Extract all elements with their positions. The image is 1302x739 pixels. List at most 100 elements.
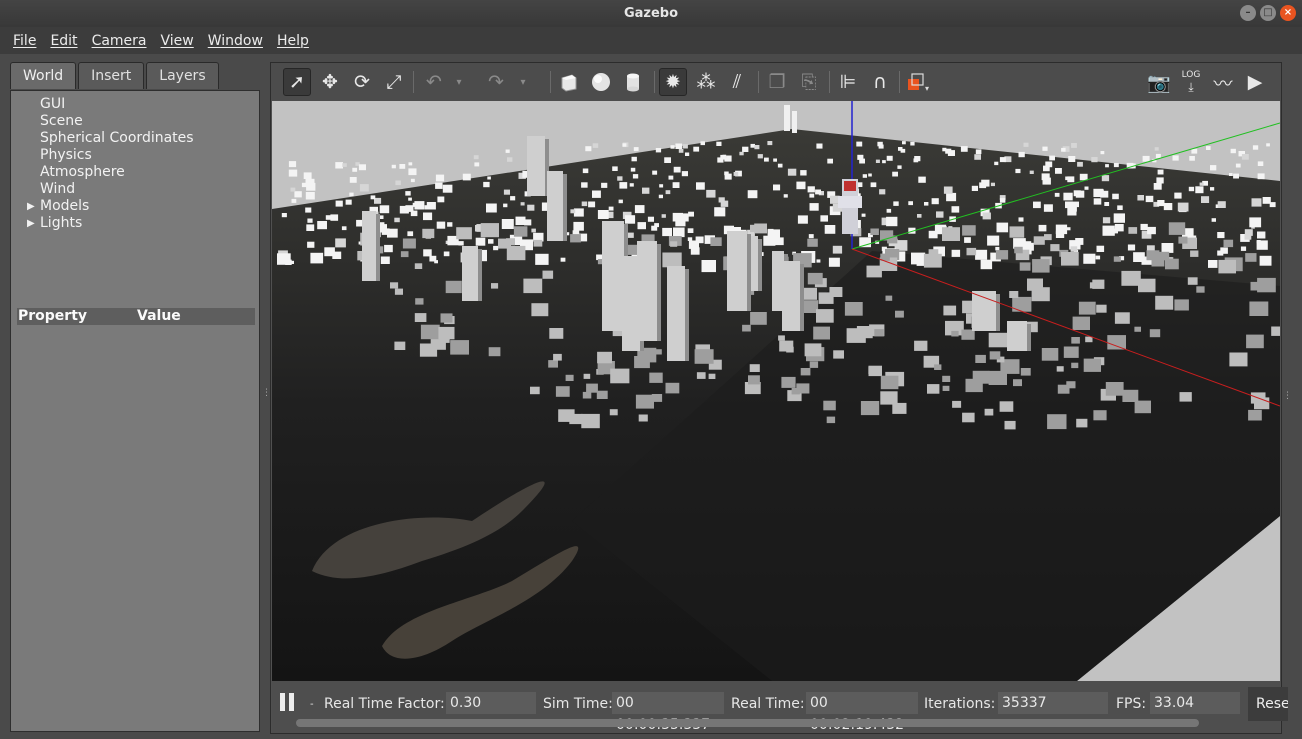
building [996,222,1009,233]
building [399,164,406,169]
tree-item-scene[interactable]: Scene [11,113,259,130]
building [678,149,684,153]
building [951,249,961,257]
building [962,412,975,423]
menu-bar: File Edit Camera View Window Help [0,27,1302,54]
tab-world[interactable]: World [10,62,77,89]
building [971,185,978,191]
building [558,409,575,422]
tree-item-wind[interactable]: Wind [11,181,259,198]
menu-edit[interactable]: Edit [43,33,84,49]
building [1163,203,1173,211]
building [974,154,981,160]
building [450,340,469,355]
reset-button[interactable]: Reset [1248,687,1288,721]
redo-dropdown-icon[interactable]: ▾ [515,68,531,96]
building [583,373,591,379]
column-property: Property [18,308,88,324]
menu-file[interactable]: File [6,33,43,49]
translate-icon[interactable]: ✥ [316,68,344,96]
building [1122,389,1139,402]
building [610,368,630,384]
minimize-button[interactable]: – [1240,5,1256,21]
building [995,250,1009,260]
3d-viewport[interactable] [272,101,1280,681]
spot-light-icon[interactable]: ⁂ [692,68,720,96]
building [652,170,658,175]
maximize-button[interactable]: □ [1260,5,1276,21]
tree-item-label: GUI [40,96,66,112]
building [478,249,482,301]
building [824,225,836,234]
point-light-icon[interactable]: ✹ [659,68,687,96]
status-bar: - Real Time Factor: 0.30 Sim Time: 00 00… [272,681,1288,733]
cylinder-icon[interactable] [619,68,647,96]
building [345,199,352,205]
undo-dropdown-icon[interactable]: ▾ [451,68,467,96]
building [1047,414,1067,430]
building [742,146,749,152]
gazebo-window: Gazebo – □ × File Edit Camera View Windo… [0,0,1302,739]
tab-insert[interactable]: Insert [78,62,145,89]
snap-icon[interactable]: ∩ [866,68,894,96]
building [1240,246,1247,251]
building [1161,243,1174,253]
directional-light-icon[interactable]: ⫽ [723,68,751,96]
building [548,360,558,368]
building [547,171,563,241]
tab-layers[interactable]: Layers [146,62,219,89]
box-icon[interactable] [555,68,583,96]
tree-item-gui[interactable]: GUI [11,96,259,113]
menu-window[interactable]: Window [201,33,270,49]
building [943,186,953,194]
paste-icon[interactable]: ⎘ [795,68,823,96]
building [832,245,843,254]
rotate-icon[interactable]: ⟳ [348,68,376,96]
building [886,155,893,161]
building [1177,202,1189,212]
building [952,400,962,408]
building [716,141,722,146]
screenshot-icon[interactable]: 📷 [1145,68,1173,96]
pause-button[interactable] [280,693,296,711]
select-arrow-icon[interactable]: ➚ [283,68,311,96]
building [1117,205,1123,210]
log-icon[interactable]: LOG ⤓ [1177,68,1205,96]
menu-view[interactable]: View [154,33,201,49]
building [358,164,366,171]
horizontal-scrollbar[interactable] [296,719,1199,727]
menu-help[interactable]: Help [270,33,316,49]
building [1188,186,1195,192]
tree-item-lights[interactable]: ▶ Lights [11,215,259,232]
expand-arrow-icon[interactable]: ▶ [27,198,35,215]
building [1257,173,1265,180]
tree-item-atmosphere[interactable]: Atmosphere [11,164,259,181]
tree-item-spherical-coordinates[interactable]: Spherical Coordinates [11,130,259,147]
redo-icon[interactable]: ↷ [482,68,510,96]
building [1019,262,1031,271]
building [1050,244,1060,252]
tree-item-physics[interactable]: Physics [11,147,259,164]
plot-icon[interactable]: 〰 [1209,68,1237,96]
video-record-icon[interactable]: ▶ [1241,68,1269,96]
scale-icon[interactable]: ⤢ [380,68,408,96]
close-button[interactable]: × [1280,5,1296,21]
building [1256,240,1261,244]
right-splitter-icon[interactable]: ⋮ [1283,391,1292,401]
building [668,175,674,180]
sphere-icon[interactable] [587,68,615,96]
undo-icon[interactable]: ↶ [420,68,448,96]
building [791,388,800,395]
copy-icon[interactable]: ❐ [763,68,791,96]
building [1033,236,1045,245]
align-icon[interactable]: ⊫ [834,68,862,96]
real-time-label: Real Time: [731,696,805,712]
expand-arrow-icon[interactable]: ▶ [27,215,35,232]
building [555,386,570,397]
building [581,182,588,188]
menu-camera[interactable]: Camera [85,33,154,49]
view-angle-icon[interactable]: ▾ [904,68,932,96]
building [445,280,462,294]
tree-item-models[interactable]: ▶ Models [11,198,259,215]
building [335,200,343,207]
